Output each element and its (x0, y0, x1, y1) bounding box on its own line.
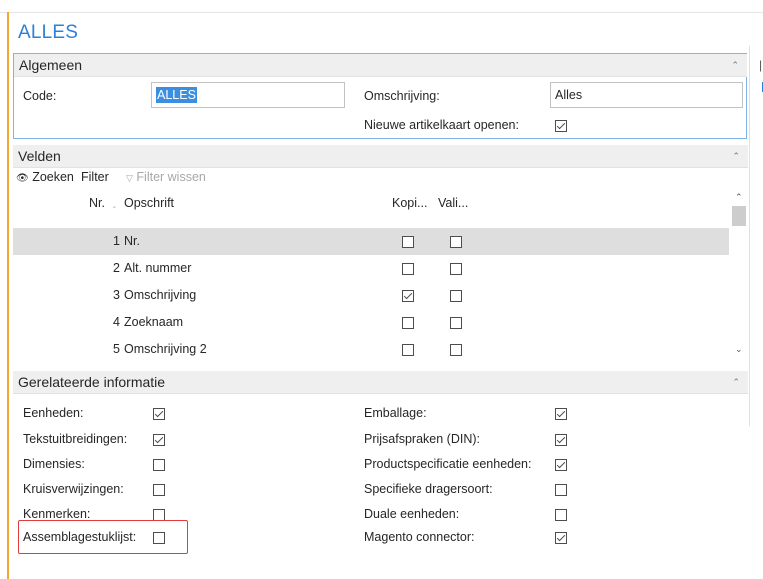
page-title: ALLES (18, 22, 79, 43)
filter-label: Filter (81, 170, 109, 184)
filter-button[interactable]: Filter (81, 170, 109, 184)
productspecificatie-checkbox[interactable] (555, 459, 567, 471)
filter-wissen-label: Filter wissen (136, 170, 206, 184)
collapse-icon[interactable]: ⌃ (731, 54, 739, 76)
omschrijving-value: Alles (555, 88, 583, 102)
section-header-algemeen[interactable]: Algemeen ⌃ (14, 54, 747, 77)
kenmerken-label: Kenmerken: (23, 507, 91, 521)
col-header-opschrift[interactable]: Opschrift (124, 196, 174, 210)
row-nr: 2 (113, 261, 120, 275)
section-title: Velden (18, 148, 61, 164)
highlight-annotation-box (18, 520, 188, 554)
nieuwe-artikelkaart-label: Nieuwe artikelkaart openen: (364, 118, 519, 132)
specifieke-dragersoort-checkbox[interactable] (555, 484, 567, 496)
col-header-kopi[interactable]: Kopi... (392, 196, 427, 210)
omschrijving-label: Omschrijving: (364, 89, 440, 103)
collapse-icon[interactable]: ⌃ (732, 371, 740, 393)
table-row[interactable]: 5 Omschrijving 2 (13, 336, 729, 360)
vali-checkbox[interactable] (450, 317, 462, 329)
table-row[interactable]: 1 Nr. (13, 228, 729, 255)
velden-grid: Nr. ‸ Opschrift Kopi... Vali... 1 Nr. 2 … (13, 186, 748, 360)
kopi-checkbox[interactable] (402, 290, 414, 302)
eenheden-checkbox[interactable] (153, 408, 165, 420)
row-opschrift: Omschrijving (124, 288, 197, 302)
funnel-icon: ▽ (126, 173, 133, 183)
section-title: Gerelateerde informatie (18, 374, 166, 390)
prijsafspraken-checkbox[interactable] (555, 434, 567, 446)
tekstuitbreidingen-checkbox[interactable] (153, 434, 165, 446)
omschrijving-field[interactable]: Alles (550, 82, 743, 108)
collapse-icon[interactable]: ⌃ (732, 145, 740, 167)
duale-eenheden-label: Duale eenheden: (364, 507, 460, 521)
specifieke-dragersoort-label: Specifieke dragersoort: (364, 482, 493, 496)
kopi-checkbox[interactable] (402, 236, 414, 248)
emballage-checkbox[interactable] (555, 408, 567, 420)
vali-checkbox[interactable] (450, 290, 462, 302)
grid-header: Nr. ‸ Opschrift Kopi... Vali... (13, 186, 729, 226)
filter-wissen-button[interactable]: ▽ Filter wissen (126, 170, 206, 184)
kruisverwijzingen-label: Kruisverwijzingen: (23, 482, 124, 496)
zoeken-button[interactable]: 👁︎ Zoeken (16, 170, 74, 184)
scroll-down-icon[interactable]: ⌄ (735, 344, 743, 355)
scroll-thumb[interactable] (732, 206, 746, 226)
code-value: ALLES (156, 87, 197, 103)
top-divider (0, 12, 763, 13)
magento-connector-label: Magento connector: (364, 530, 475, 544)
row-opschrift: Zoeknaam (124, 315, 184, 329)
dimensies-label: Dimensies: (23, 457, 85, 471)
scroll-up-icon[interactable]: ⌃ (735, 192, 743, 203)
tekstuitbreidingen-label: Tekstuitbreidingen: (23, 432, 128, 446)
row-nr: 3 (113, 288, 120, 302)
right-divider (749, 46, 750, 426)
code-field[interactable]: ALLES (151, 82, 345, 108)
section-header-gerelateerde-informatie[interactable]: Gerelateerde informatie ⌃ (13, 371, 748, 394)
section-title: Algemeen (19, 57, 83, 73)
col-header-nr[interactable]: Nr. (89, 196, 105, 210)
zoeken-label: Zoeken (32, 170, 74, 184)
kopi-checkbox[interactable] (402, 344, 414, 356)
magento-connector-checkbox[interactable] (555, 532, 567, 544)
duale-eenheden-checkbox[interactable] (555, 509, 567, 521)
table-row[interactable]: 3 Omschrijving (13, 282, 729, 309)
dimensies-checkbox[interactable] (153, 459, 165, 471)
col-header-vali[interactable]: Vali... (438, 196, 468, 210)
table-row[interactable]: 2 Alt. nummer (13, 255, 729, 282)
kopi-checkbox[interactable] (402, 263, 414, 275)
kruisverwijzingen-checkbox[interactable] (153, 484, 165, 496)
sort-icon: ‸ (113, 199, 116, 208)
vali-checkbox[interactable] (450, 344, 462, 356)
emballage-label: Emballage: (364, 406, 427, 420)
nieuwe-artikelkaart-checkbox[interactable] (555, 120, 567, 132)
eenheden-label: Eenheden: (23, 406, 84, 420)
row-opschrift: Alt. nummer (124, 261, 192, 275)
grid-scrollbar[interactable]: ⌃ ⌄ (730, 186, 748, 360)
row-opschrift: Omschrijving 2 (124, 342, 207, 356)
productspecificatie-label: Productspecificatie eenheden: (364, 457, 532, 471)
factbox-edge: | (759, 58, 763, 72)
prijsafspraken-label: Prijsafspraken (DIN): (364, 432, 480, 446)
table-row[interactable]: 4 Zoeknaam (13, 309, 729, 336)
row-nr: 1 (113, 234, 120, 248)
left-accent-bar (7, 12, 9, 579)
row-nr: 5 (113, 342, 120, 356)
kopi-checkbox[interactable] (402, 317, 414, 329)
row-opschrift: Nr. (124, 234, 140, 248)
section-header-velden[interactable]: Velden ⌃ (13, 145, 748, 168)
binoculars-icon: 👁︎ (16, 173, 29, 184)
code-label: Code: (23, 89, 57, 103)
vali-checkbox[interactable] (450, 236, 462, 248)
vali-checkbox[interactable] (450, 263, 462, 275)
row-nr: 4 (113, 315, 120, 329)
